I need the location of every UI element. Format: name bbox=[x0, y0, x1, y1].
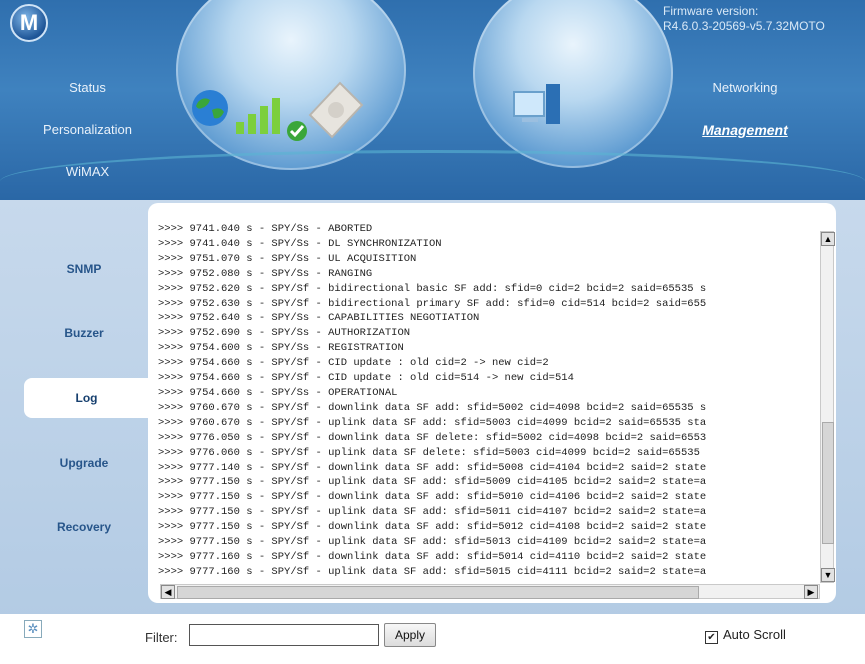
nav-wimax[interactable]: WiMAX bbox=[0, 164, 175, 179]
horizontal-scrollbar[interactable] bbox=[160, 584, 820, 599]
nav-networking[interactable]: Networking bbox=[680, 80, 810, 95]
modem-icon bbox=[308, 81, 364, 139]
log-line: >>>> 9751.070 s - SPY/Ss - UL ACQUISITIO… bbox=[158, 252, 417, 265]
log-line: >>>> 9752.640 s - SPY/Ss - CAPABILITIES … bbox=[158, 312, 480, 325]
vertical-scrollbar[interactable] bbox=[820, 231, 834, 583]
sparkle-icon[interactable]: ✲ bbox=[24, 620, 42, 638]
nav-personalization[interactable]: Personalization bbox=[0, 122, 175, 137]
log-line: >>>> 9741.040 s - SPY/Ss - DL SYNCHRONIZ… bbox=[158, 237, 442, 250]
scroll-right-icon[interactable]: ▶ bbox=[804, 585, 818, 599]
log-line: >>>> 9777.150 s - SPY/Sf - downlink data… bbox=[158, 521, 707, 534]
log-line: >>>> 9760.670 s - SPY/Sf - uplink data S… bbox=[158, 416, 707, 429]
log-line: >>>> 9777.150 s - SPY/Sf - downlink data… bbox=[158, 491, 707, 504]
auto-scroll-label: Auto Scroll bbox=[723, 627, 786, 642]
header: M Firmware version: R4.6.0.3-20569-v5.7.… bbox=[0, 0, 865, 200]
globe-icon bbox=[192, 90, 228, 126]
firmware-label: Firmware version: bbox=[663, 4, 759, 18]
apply-button[interactable]: Apply bbox=[384, 623, 436, 647]
management-bubble bbox=[473, 0, 673, 168]
signal-bars-icon bbox=[236, 98, 280, 134]
log-line: >>>> 9777.150 s - SPY/Sf - uplink data S… bbox=[158, 536, 707, 549]
log-line: >>>> 9777.160 s - SPY/Sf - downlink data… bbox=[158, 550, 707, 563]
log-line: >>>> 9777.150 s - SPY/Sf - uplink data S… bbox=[158, 506, 707, 519]
firmware-version: Firmware version: R4.6.0.3-20569-v5.7.32… bbox=[663, 4, 825, 34]
log-line: >>>> 9741.040 s - SPY/Ss - ABORTED bbox=[158, 223, 373, 235]
log-line: >>>> 9752.630 s - SPY/Sf - bidirectional… bbox=[158, 297, 707, 310]
horizontal-scroll-thumb[interactable] bbox=[177, 586, 699, 599]
log-line: >>>> 9754.660 s - SPY/Sf - CID update : … bbox=[158, 357, 549, 370]
sidebar-item-upgrade[interactable]: Upgrade bbox=[24, 456, 144, 470]
log-line: >>>> 9776.050 s - SPY/Sf - downlink data… bbox=[158, 431, 707, 444]
firmware-value: R4.6.0.3-20569-v5.7.32MOTO bbox=[663, 19, 825, 33]
sidebar-item-recovery[interactable]: Recovery bbox=[24, 520, 144, 534]
log-line: >>>> 9777.150 s - SPY/Sf - uplink data S… bbox=[158, 476, 707, 489]
log-line: >>>> 9754.660 s - SPY/Ss - OPERATIONAL bbox=[158, 386, 398, 399]
sidebar-item-log[interactable]: Log bbox=[24, 378, 149, 418]
log-line: >>>> 9760.670 s - SPY/Sf - downlink data… bbox=[158, 401, 707, 414]
log-line: >>>> 9777.140 s - SPY/Sf - downlink data… bbox=[158, 461, 707, 474]
log-line: >>>> 9752.690 s - SPY/Ss - AUTHORIZATION bbox=[158, 327, 411, 340]
log-line: >>>> 9754.600 s - SPY/Ss - REGISTRATION bbox=[158, 342, 404, 355]
log-output[interactable]: >>>> 9741.040 s - SPY/Ss - ABORTED >>>> 9… bbox=[158, 222, 818, 587]
log-line: >>>> 9776.060 s - SPY/Sf - uplink data S… bbox=[158, 446, 700, 459]
sidebar-item-snmp[interactable]: SNMP bbox=[24, 262, 144, 276]
vertical-scroll-thumb[interactable] bbox=[822, 422, 834, 544]
auto-scroll-checkbox[interactable]: ✔ bbox=[705, 631, 718, 644]
sidebar-item-buzzer[interactable]: Buzzer bbox=[24, 326, 144, 340]
nav-management[interactable]: Management bbox=[680, 122, 810, 138]
scroll-left-icon[interactable]: ◀ bbox=[161, 585, 175, 599]
computer-icon bbox=[513, 84, 560, 124]
status-bubble bbox=[176, 0, 406, 170]
filter-input[interactable] bbox=[189, 624, 379, 646]
auto-scroll-option[interactable]: ✔ Auto Scroll bbox=[705, 627, 786, 644]
nav-status[interactable]: Status bbox=[0, 80, 175, 95]
log-line: >>>> 9754.660 s - SPY/Sf - CID update : … bbox=[158, 372, 574, 385]
log-line: >>>> 9777.160 s - SPY/Sf - uplink data S… bbox=[158, 565, 707, 578]
motorola-logo[interactable]: M bbox=[10, 4, 48, 42]
scroll-down-icon[interactable]: ▼ bbox=[821, 568, 835, 582]
log-line: >>>> 9752.620 s - SPY/Sf - bidirectional… bbox=[158, 282, 707, 295]
scroll-up-icon[interactable]: ▲ bbox=[821, 232, 835, 246]
log-line: >>>> 9752.080 s - SPY/Ss - RANGING bbox=[158, 267, 373, 280]
filter-label: Filter: bbox=[145, 630, 178, 645]
